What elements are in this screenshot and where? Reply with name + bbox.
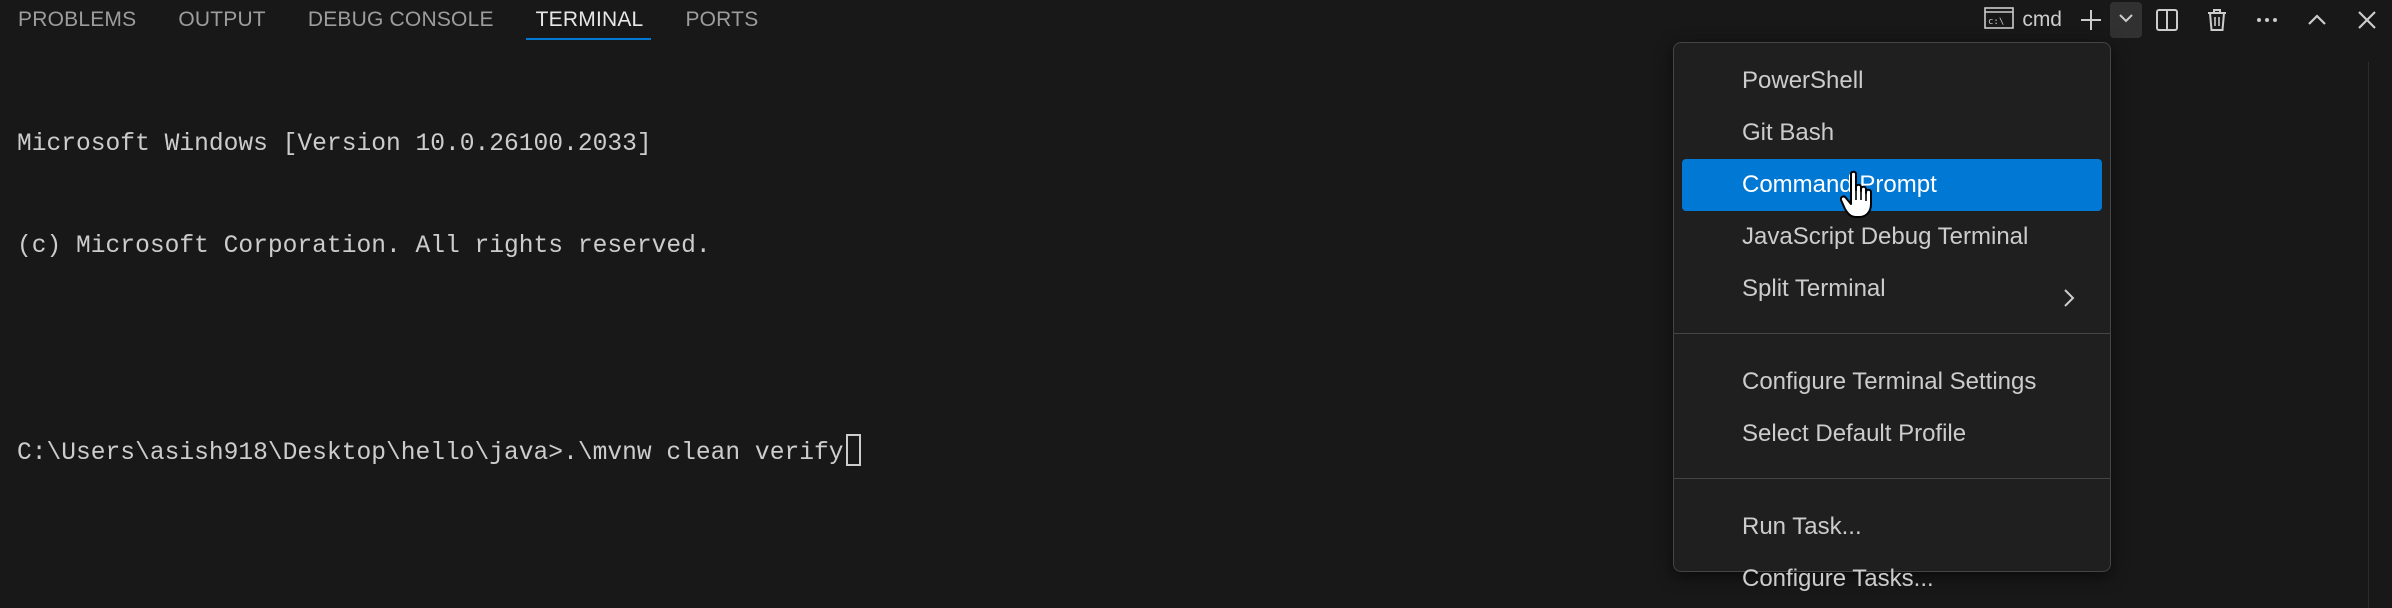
chevron-up-icon (2304, 7, 2330, 33)
menu-item-label: Split Terminal (1742, 275, 1886, 302)
terminal-command-text: C:\Users\asish918\Desktop\hello\java>.\m… (17, 440, 844, 467)
terminal-toolbar: c:\ cmd (1974, 0, 2392, 40)
terminal-profile-tab[interactable]: c:\ cmd (1974, 0, 2072, 40)
menu-item-split-terminal[interactable]: Split Terminal (1682, 263, 2102, 315)
terminal-prompt-line: C:\Users\asish918\Desktop\hello\java>.\m… (17, 434, 861, 468)
tab-debug-console[interactable]: DEBUG CONSOLE (290, 0, 518, 40)
hand-pointer-cursor-icon (1839, 170, 1876, 220)
tab-problems[interactable]: PROBLEMS (0, 0, 160, 40)
terminal-line: Microsoft Windows [Version 10.0.26100.20… (17, 131, 652, 158)
chevron-right-icon (2058, 277, 2080, 329)
launch-profile-button[interactable] (2110, 2, 2142, 38)
trash-icon (2204, 7, 2230, 33)
terminal-output[interactable]: Microsoft Windows [Version 10.0.26100.20… (17, 60, 861, 502)
kill-terminal-button[interactable] (2192, 0, 2242, 40)
tab-terminal[interactable]: TERMINAL (518, 0, 668, 40)
menu-item-powershell[interactable]: PowerShell (1682, 55, 2102, 107)
plus-icon (2078, 7, 2104, 33)
split-terminal-button[interactable] (2142, 0, 2192, 40)
menu-item-configure-tasks[interactable]: Configure Tasks... (1682, 553, 2102, 605)
menu-item-select-default-profile[interactable]: Select Default Profile (1682, 408, 2102, 460)
menu-item-command-prompt[interactable]: Command Prompt (1682, 159, 2102, 211)
svg-text:c:\: c:\ (1988, 17, 2004, 27)
new-terminal-group (2072, 2, 2142, 38)
menu-item-configure-terminal-settings[interactable]: Configure Terminal Settings (1682, 356, 2102, 408)
close-icon (2354, 7, 2380, 33)
terminal-cursor (845, 434, 861, 466)
menu-separator (1674, 478, 2110, 479)
terminal-scrollbar[interactable] (2368, 62, 2392, 608)
menu-separator (1674, 333, 2110, 334)
tab-ports[interactable]: PORTS (667, 0, 782, 40)
terminal-cmd-icon: c:\ (1984, 6, 2015, 35)
close-panel-button[interactable] (2342, 0, 2392, 40)
terminal-line: (c) Microsoft Corporation. All rights re… (17, 233, 711, 260)
chevron-down-icon (2117, 9, 2135, 32)
ellipsis-icon (2254, 7, 2280, 33)
menu-item-git-bash[interactable]: Git Bash (1682, 107, 2102, 159)
terminal-profile-label: cmd (2022, 8, 2062, 31)
more-actions-button[interactable] (2242, 0, 2292, 40)
split-terminal-icon (2154, 7, 2180, 33)
menu-item-run-task[interactable]: Run Task... (1682, 501, 2102, 553)
maximize-panel-button[interactable] (2292, 0, 2342, 40)
launch-profile-menu: PowerShell Git Bash Command Prompt JavaS… (1673, 42, 2111, 592)
panel-tab-strip: PROBLEMS OUTPUT DEBUG CONSOLE TERMINAL P… (0, 0, 782, 40)
menu-item-javascript-debug-terminal[interactable]: JavaScript Debug Terminal (1682, 211, 2102, 263)
tab-output[interactable]: OUTPUT (160, 0, 290, 40)
new-terminal-button[interactable] (2072, 2, 2110, 38)
